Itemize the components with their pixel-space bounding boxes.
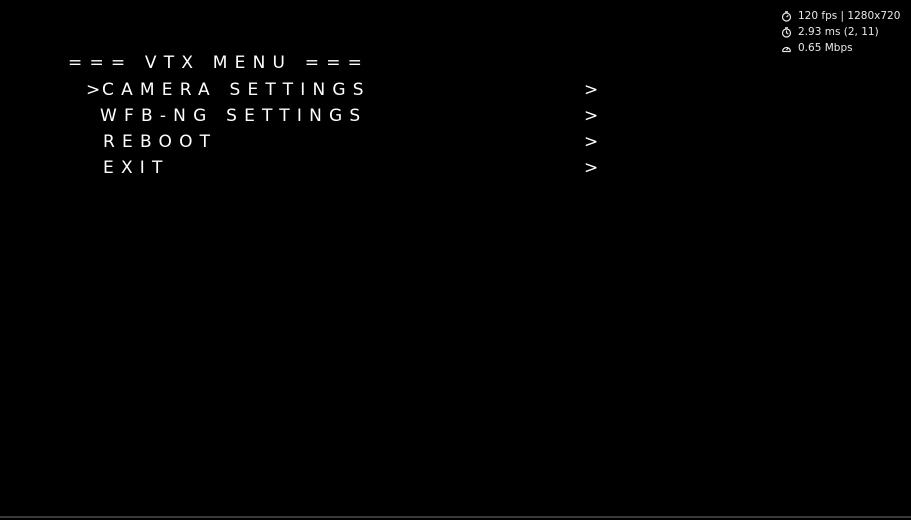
submenu-arrow-icon: >: [584, 158, 599, 178]
submenu-arrow-icon: >: [584, 80, 599, 100]
bottom-divider: [0, 516, 911, 518]
menu-item-reboot[interactable]: REBOOT >: [86, 132, 606, 156]
vtx-menu: === VTX MENU === > CAMERA SETTINGS > WFB…: [0, 0, 911, 520]
menu-item-exit[interactable]: EXIT >: [86, 158, 606, 182]
menu-title: === VTX MENU ===: [68, 53, 370, 73]
menu-item-wfb-ng-settings[interactable]: WFB-NG SETTINGS >: [86, 106, 606, 130]
menu-item-label: CAMERA SETTINGS: [102, 80, 371, 100]
submenu-arrow-icon: >: [584, 106, 599, 126]
menu-item-label: REBOOT: [103, 132, 218, 152]
submenu-arrow-icon: >: [584, 132, 599, 152]
menu-item-camera-settings[interactable]: > CAMERA SETTINGS >: [86, 80, 606, 104]
menu-item-label: WFB-NG SETTINGS: [100, 106, 368, 126]
menu-item-label: EXIT: [103, 158, 170, 178]
